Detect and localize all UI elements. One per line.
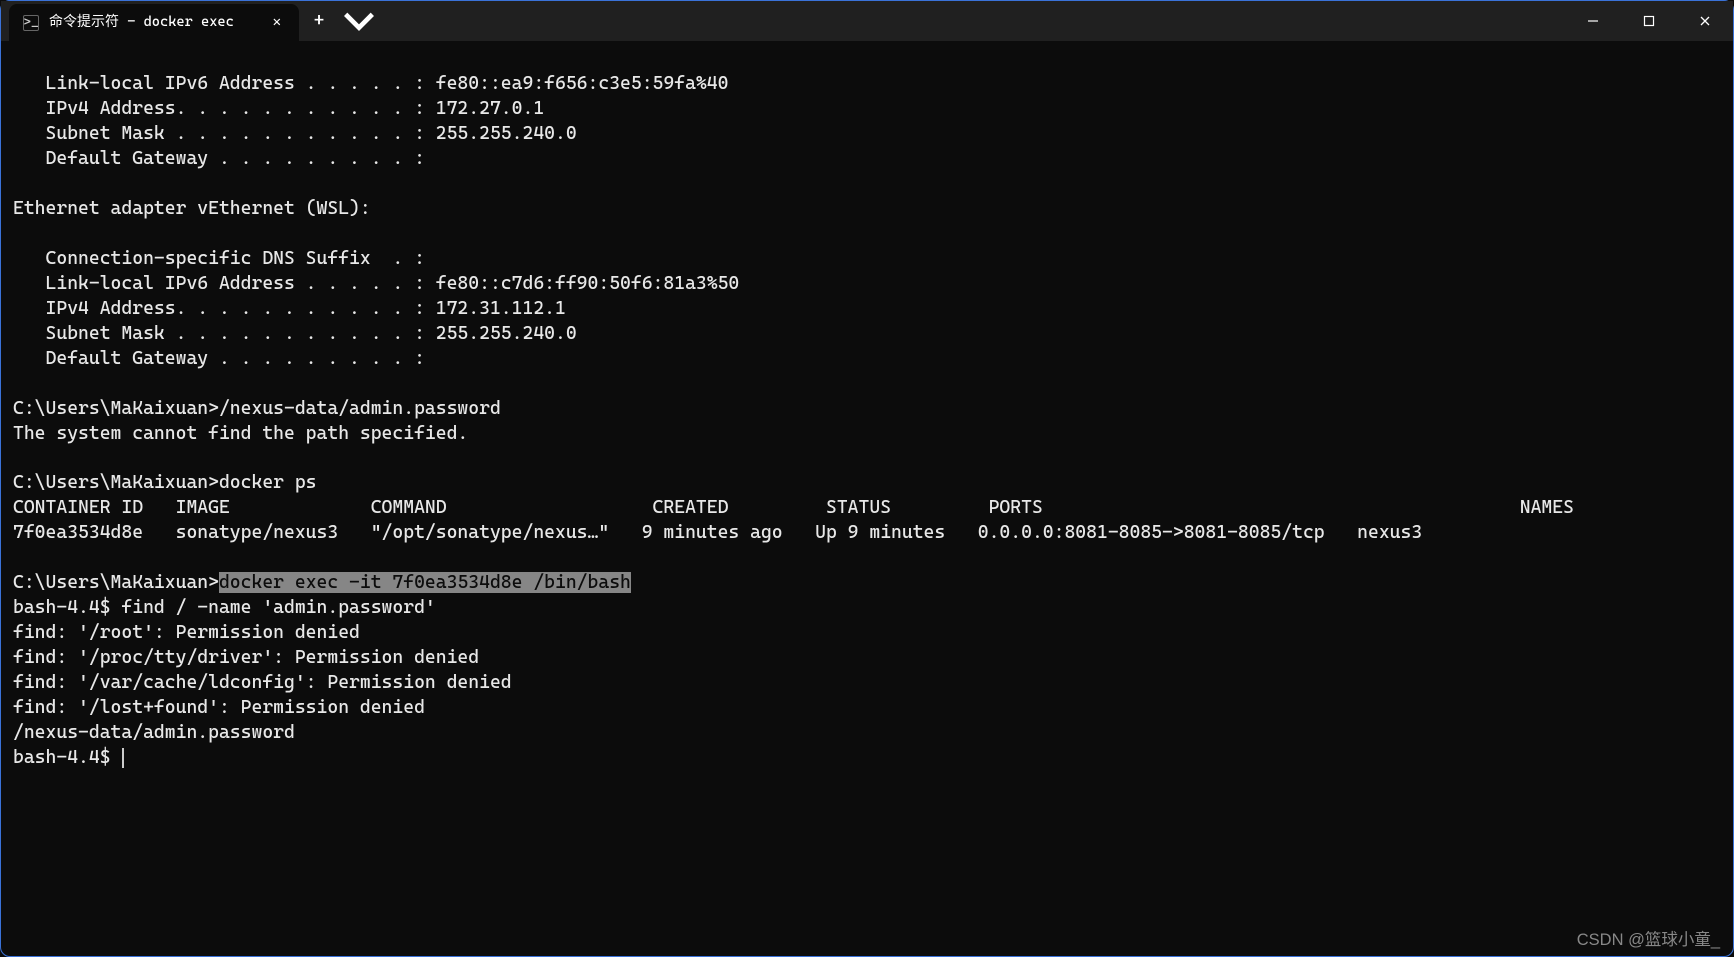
term-line: IPv4 Address. . . . . . . . . . . : 172.… [13,298,566,319]
term-line: find: '/var/cache/ldconfig': Permission … [13,672,512,693]
term-prompt: C:\Users\MaKaixuan> [13,572,219,593]
new-tab-button[interactable]: + [299,1,339,41]
tab-cmd[interactable]: >_ 命令提示符 - docker exec ✕ [9,4,299,41]
term-line: bash-4.4$ find / -name 'admin.password' [13,597,436,618]
window-buttons [1565,1,1733,41]
term-line: 7f0ea3534d8e sonatype/nexus3 "/opt/sonat… [13,522,1422,543]
cursor-icon [122,748,124,768]
close-icon [1699,15,1711,27]
term-prompt: bash-4.4$ [13,747,121,768]
term-line: find: '/root': Permission denied [13,622,360,643]
term-line: C:\Users\MaKaixuan>/nexus-data/admin.pas… [13,398,501,419]
tab-dropdown-button[interactable] [339,1,379,41]
term-line: Connection-specific DNS Suffix . : [13,248,425,269]
maximize-button[interactable] [1621,1,1677,41]
term-line: Link-local IPv6 Address . . . . . : fe80… [13,73,728,94]
close-button[interactable] [1677,1,1733,41]
term-line: /nexus-data/admin.password [13,722,295,743]
terminal-output[interactable]: Link-local IPv6 Address . . . . . : fe80… [1,41,1733,956]
term-line: Ethernet adapter vEthernet (WSL): [13,198,371,219]
tab-close-button[interactable]: ✕ [269,11,285,34]
selected-text: docker exec -it 7f0ea3534d8e /bin/bash [219,572,631,593]
term-line: The system cannot find the path specifie… [13,423,468,444]
term-line: Link-local IPv6 Address . . . . . : fe80… [13,273,739,294]
term-line: C:\Users\MaKaixuan>docker ps [13,472,317,493]
term-line: find: '/proc/tty/driver': Permission den… [13,647,479,668]
window-titlebar: >_ 命令提示符 - docker exec ✕ + [1,1,1733,41]
term-line: CONTAINER ID IMAGE COMMAND CREATED STATU… [13,497,1574,518]
minimize-button[interactable] [1565,1,1621,41]
cmd-icon: >_ [23,15,39,31]
watermark: CSDN @篮球小童_ [1577,929,1720,951]
chevron-down-icon [339,1,379,41]
maximize-icon [1643,15,1655,27]
term-line: Default Gateway . . . . . . . . . : [13,348,425,369]
term-line: IPv4 Address. . . . . . . . . . . : 172.… [13,98,544,119]
term-line: Subnet Mask . . . . . . . . . . . : 255.… [13,123,577,144]
term-line: Default Gateway . . . . . . . . . : [13,148,425,169]
term-line: Subnet Mask . . . . . . . . . . . : 255.… [13,323,577,344]
term-line: find: '/lost+found': Permission denied [13,697,425,718]
minimize-icon [1587,15,1599,27]
tab-title: 命令提示符 - docker exec [49,13,259,32]
